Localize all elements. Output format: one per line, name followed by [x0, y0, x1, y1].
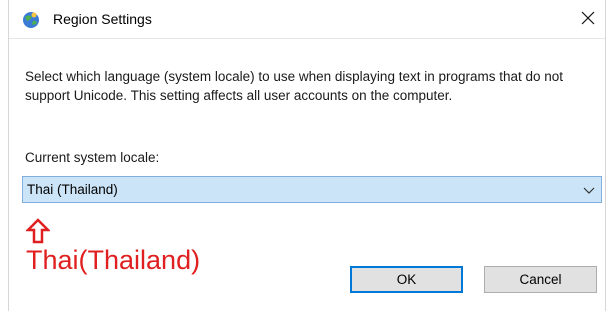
window-border-right — [605, 0, 606, 311]
window-title: Region Settings — [53, 11, 152, 27]
up-arrow-icon — [24, 218, 52, 244]
chevron-down-icon[interactable] — [583, 184, 595, 196]
close-icon — [581, 8, 595, 31]
cancel-button[interactable]: Cancel — [484, 266, 597, 293]
close-button[interactable] — [573, 4, 603, 34]
system-locale-dropdown[interactable]: Thai (Thailand) — [22, 176, 602, 203]
annotation-label: Thai(Thailand) — [26, 245, 201, 275]
selected-locale-value: Thai (Thailand) — [27, 182, 118, 197]
ok-button[interactable]: OK — [350, 266, 463, 293]
region-settings-dialog: Region Settings Select which language (s… — [0, 0, 612, 311]
description-text: Select which language (system locale) to… — [25, 69, 564, 103]
title-separator — [9, 38, 605, 39]
globe-icon — [21, 10, 41, 30]
window-border-left — [8, 0, 9, 311]
title-bar[interactable]: Region Settings — [9, 0, 605, 38]
current-locale-label: Current system locale: — [25, 150, 160, 165]
